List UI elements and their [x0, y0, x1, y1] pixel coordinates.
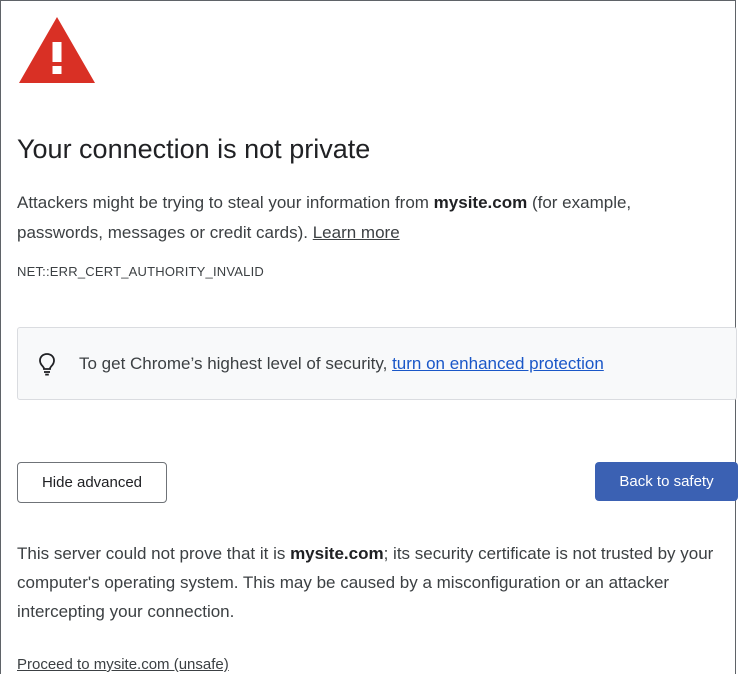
- description-text: Attackers might be trying to steal your …: [17, 193, 434, 212]
- site-name: mysite.com: [433, 193, 528, 212]
- enhanced-protection-text: To get Chrome’s highest level of securit…: [79, 354, 393, 373]
- error-description: Attackers might be trying to steal your …: [17, 188, 717, 248]
- lightbulb-icon: [39, 353, 55, 376]
- error-code: NET::ERR_CERT_AUTHORITY_INVALID: [17, 264, 264, 279]
- interstitial-page: Your connection is not private Attackers…: [0, 0, 738, 674]
- learn-more-link[interactable]: Learn more: [313, 223, 400, 242]
- enhanced-protection-link[interactable]: turn on enhanced protection: [392, 354, 604, 373]
- enhanced-protection-box: To get Chrome’s highest level of securit…: [17, 327, 737, 400]
- enhanced-protection-message: To get Chrome’s highest level of securit…: [79, 354, 604, 374]
- proceed-unsafe-link[interactable]: Proceed to mysite.com (unsafe): [17, 656, 229, 673]
- details-text: This server could not prove that it is: [17, 544, 291, 563]
- advanced-details: This server could not prove that it is m…: [17, 539, 732, 626]
- hide-advanced-button[interactable]: Hide advanced: [17, 462, 167, 503]
- details-site-name: mysite.com: [290, 544, 384, 563]
- warning-triangle-icon: [19, 17, 95, 83]
- back-to-safety-button[interactable]: Back to safety: [595, 462, 738, 501]
- page-title: Your connection is not private: [17, 134, 371, 164]
